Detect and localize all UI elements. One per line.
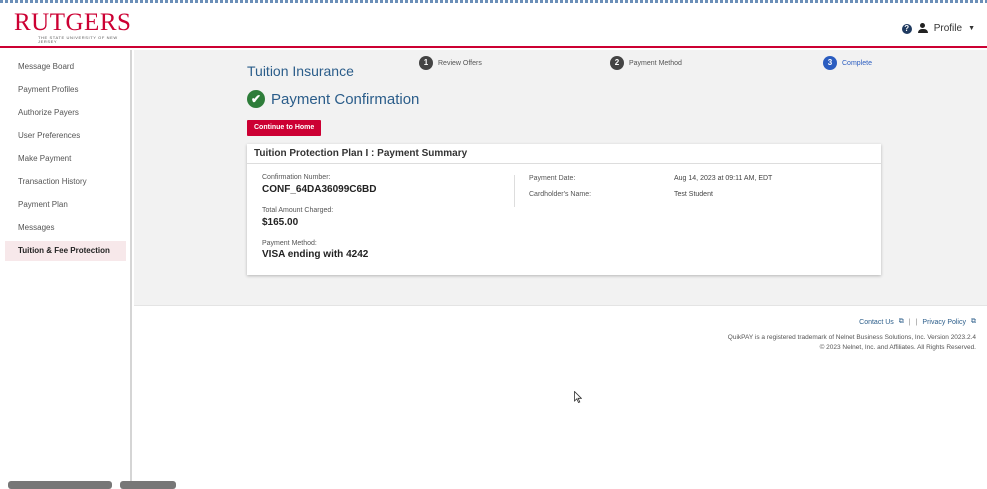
sidebar-item-payment-plan[interactable]: Payment Plan xyxy=(5,195,126,215)
card-title: Tuition Protection Plan I : Payment Summ… xyxy=(247,144,881,164)
footer-links: Contact Us ⧉ | | Privacy Policy ⧉ xyxy=(859,318,976,326)
step-number: 2 xyxy=(610,56,624,70)
rutgers-logo[interactable]: RUTGERS THE STATE UNIVERSITY OF NEW JERS… xyxy=(14,9,132,45)
payment-date-value: Aug 14, 2023 at 09:11 AM, EDT xyxy=(674,175,773,182)
confirmation-heading: ✔ Payment Confirmation xyxy=(247,90,419,108)
logo-wordmark: RUTGERS xyxy=(14,9,132,36)
payment-date-label: Payment Date: xyxy=(529,175,576,182)
sidebar-item-messages[interactable]: Messages xyxy=(5,218,126,238)
header: RUTGERS THE STATE UNIVERSITY OF NEW JERS… xyxy=(0,3,987,48)
page-title: Tuition Insurance xyxy=(247,63,354,79)
continue-to-home-button[interactable]: Continue to Home xyxy=(247,120,322,136)
privacy-policy-link[interactable]: Privacy Policy xyxy=(922,319,966,326)
sidebar: Message Board Payment Profiles Authorize… xyxy=(0,50,132,487)
card-divider xyxy=(514,175,515,207)
sidebar-item-make-payment[interactable]: Make Payment xyxy=(5,149,126,169)
sidebar-item-authorize-payers[interactable]: Authorize Payers xyxy=(5,103,126,123)
step-payment-method: 2 Payment Method xyxy=(610,56,682,70)
link-separator: | xyxy=(908,318,911,326)
logo-subtitle: THE STATE UNIVERSITY OF NEW JERSEY xyxy=(38,35,118,44)
payment-summary-card: Tuition Protection Plan I : Payment Summ… xyxy=(247,144,881,275)
copyright-text: © 2023 Nelnet, Inc. and Affiliates. All … xyxy=(819,344,976,351)
check-circle-icon: ✔ xyxy=(247,90,265,108)
step-label: Payment Method xyxy=(629,59,682,67)
cardholder-label: Cardholder's Name: xyxy=(529,191,592,198)
mouse-cursor-icon xyxy=(574,391,582,403)
chevron-down-icon[interactable]: ▼ xyxy=(968,25,975,32)
total-amount-value: $165.00 xyxy=(262,217,299,228)
sidebar-item-message-board[interactable]: Message Board xyxy=(5,57,126,77)
trademark-text: QuikPAY is a registered trademark of Nel… xyxy=(727,334,976,341)
cardholder-value: Test Student xyxy=(674,191,713,198)
header-actions: ? Profile ▼ xyxy=(901,23,975,34)
link-separator: | xyxy=(915,318,918,326)
sidebar-item-tuition-fee-protection[interactable]: Tuition & Fee Protection xyxy=(5,241,126,261)
confirmation-title: Payment Confirmation xyxy=(271,90,420,108)
sidebar-item-user-preferences[interactable]: User Preferences xyxy=(5,126,126,146)
payment-method-value: VISA ending with 4242 xyxy=(262,249,369,260)
step-number: 3 xyxy=(823,56,837,70)
external-link-icon: ⧉ xyxy=(971,318,976,325)
profile-menu-button[interactable]: Profile xyxy=(934,23,962,34)
sidebar-item-payment-profiles[interactable]: Payment Profiles xyxy=(5,80,126,100)
confirmation-number-label: Confirmation Number: xyxy=(262,174,331,181)
help-icon[interactable]: ? xyxy=(901,23,912,34)
step-number: 1 xyxy=(419,56,433,70)
step-review-offers: 1 Review Offers xyxy=(419,56,482,70)
step-label: Complete xyxy=(842,59,872,67)
payment-method-label: Payment Method: xyxy=(262,240,317,247)
user-icon xyxy=(917,23,928,34)
bottom-bar-button-right[interactable] xyxy=(120,481,176,489)
sidebar-item-transaction-history[interactable]: Transaction History xyxy=(5,172,126,192)
step-label: Review Offers xyxy=(438,59,482,67)
external-link-icon: ⧉ xyxy=(898,318,904,325)
total-amount-label: Total Amount Charged: xyxy=(262,207,334,214)
confirmation-number-value: CONF_64DA36099C6BD xyxy=(262,184,377,195)
step-complete: 3 Complete xyxy=(823,56,872,70)
bottom-bar-button-left[interactable] xyxy=(8,481,112,489)
contact-us-link[interactable]: Contact Us xyxy=(859,319,894,326)
main-content: Tuition Insurance 1 Review Offers 2 Paym… xyxy=(134,50,987,306)
